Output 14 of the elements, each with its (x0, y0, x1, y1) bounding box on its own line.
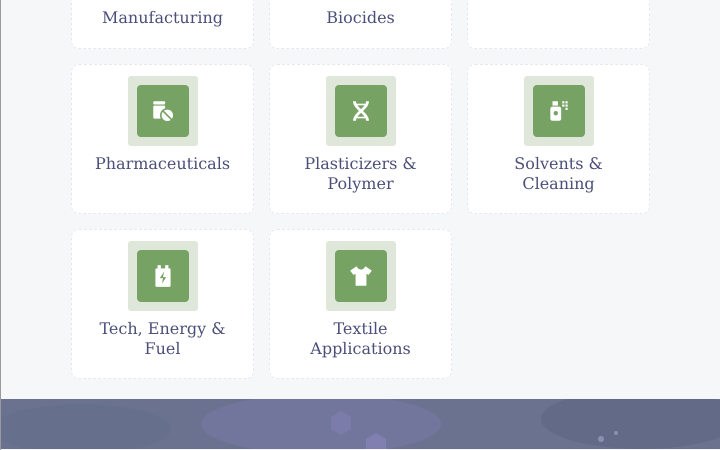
category-card[interactable]: Plasticizers & Polymer (269, 64, 452, 214)
category-label: Plasticizers & Polymer (304, 154, 417, 194)
category-card[interactable]: Pharmaceuticals (71, 64, 254, 214)
category-card[interactable]: Tech, Energy & Fuel (71, 229, 254, 379)
category-card[interactable]: Textile Applications (269, 229, 452, 379)
category-label: Solvents & Cleaning (514, 154, 603, 194)
category-card[interactable]: Solvents & Cleaning (467, 64, 650, 214)
category-card[interactable]: Manufacturing (71, 0, 254, 49)
category-label: Biocides (326, 8, 395, 28)
category-label: Pharmaceuticals (94, 154, 230, 174)
category-label: Tech, Energy & Fuel (99, 319, 226, 359)
category-label: Textile Applications (310, 319, 411, 359)
category-card[interactable]: Biocides (269, 0, 452, 49)
category-label: Manufacturing (102, 8, 223, 28)
